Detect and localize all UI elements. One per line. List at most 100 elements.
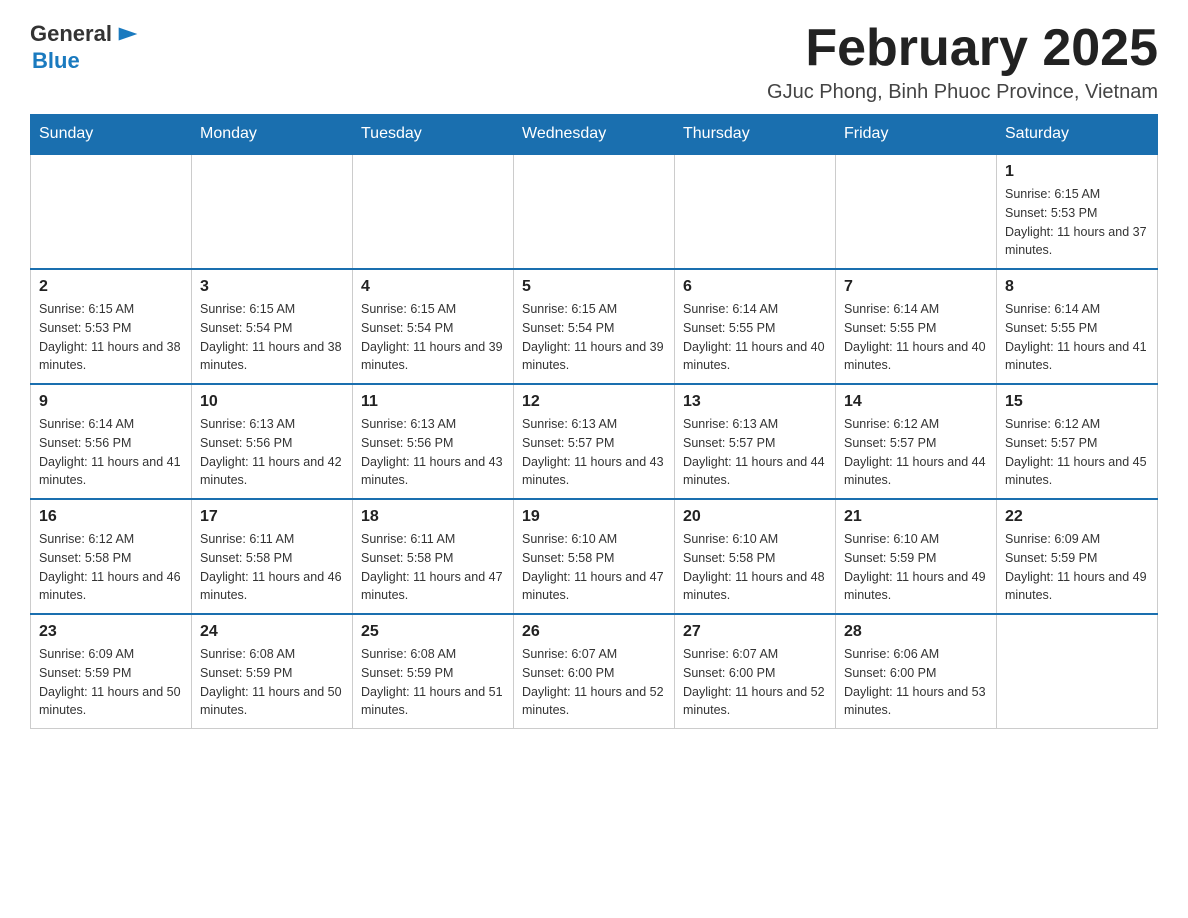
day-info: Sunrise: 6:13 AMSunset: 5:56 PMDaylight:…: [200, 415, 344, 490]
calendar-cell: 20 Sunrise: 6:10 AMSunset: 5:58 PMDayligh…: [675, 499, 836, 614]
calendar-table: SundayMondayTuesdayWednesdayThursdayFrid…: [30, 114, 1158, 729]
calendar-cell: [31, 154, 192, 269]
weekday-header-wednesday: Wednesday: [514, 115, 675, 155]
day-number: 17: [200, 508, 344, 526]
weekday-header-friday: Friday: [836, 115, 997, 155]
calendar-cell: 6 Sunrise: 6:14 AMSunset: 5:55 PMDaylight…: [675, 269, 836, 384]
calendar-cell: 17 Sunrise: 6:11 AMSunset: 5:58 PMDayligh…: [192, 499, 353, 614]
day-info: Sunrise: 6:10 AMSunset: 5:59 PMDaylight:…: [844, 530, 988, 605]
calendar-cell: 10 Sunrise: 6:13 AMSunset: 5:56 PMDayligh…: [192, 384, 353, 499]
day-number: 6: [683, 278, 827, 296]
day-number: 20: [683, 508, 827, 526]
calendar-cell: 15Sunrise: 6:12 AMSunset: 5:57 PMDayligh…: [997, 384, 1158, 499]
calendar-cell: [353, 154, 514, 269]
calendar-cell: 9 Sunrise: 6:14 AMSunset: 5:56 PMDaylight…: [31, 384, 192, 499]
weekday-header-saturday: Saturday: [997, 115, 1158, 155]
calendar-cell: [997, 614, 1158, 729]
day-info: Sunrise: 6:07 AMSunset: 6:00 PMDaylight:…: [522, 645, 666, 720]
weekday-header-sunday: Sunday: [31, 115, 192, 155]
day-info: Sunrise: 6:06 AMSunset: 6:00 PMDaylight:…: [844, 645, 988, 720]
calendar-week-2: 2 Sunrise: 6:15 AMSunset: 5:53 PMDaylight…: [31, 269, 1158, 384]
calendar-cell: 11 Sunrise: 6:13 AMSunset: 5:56 PMDayligh…: [353, 384, 514, 499]
calendar-cell: 19 Sunrise: 6:10 AMSunset: 5:58 PMDayligh…: [514, 499, 675, 614]
day-number: 8: [1005, 278, 1149, 296]
calendar-cell: 28 Sunrise: 6:06 AMSunset: 6:00 PMDayligh…: [836, 614, 997, 729]
day-info: Sunrise: 6:12 AMSunset: 5:57 PMDaylight:…: [844, 415, 988, 490]
day-info: Sunrise: 6:12 AMSunset: 5:57 PMDaylight:…: [1005, 415, 1149, 490]
day-info: Sunrise: 6:15 AMSunset: 5:54 PMDaylight:…: [522, 300, 666, 375]
day-number: 19: [522, 508, 666, 526]
calendar-cell: [836, 154, 997, 269]
day-info: Sunrise: 6:07 AMSunset: 6:00 PMDaylight:…: [683, 645, 827, 720]
calendar-week-5: 23 Sunrise: 6:09 AMSunset: 5:59 PMDayligh…: [31, 614, 1158, 729]
logo-icon: [114, 20, 142, 48]
calendar-week-1: 1Sunrise: 6:15 AMSunset: 5:53 PMDaylight…: [31, 154, 1158, 269]
day-number: 28: [844, 623, 988, 641]
calendar-week-3: 9 Sunrise: 6:14 AMSunset: 5:56 PMDaylight…: [31, 384, 1158, 499]
day-number: 18: [361, 508, 505, 526]
day-info: Sunrise: 6:13 AMSunset: 5:57 PMDaylight:…: [522, 415, 666, 490]
logo-blue-text: Blue: [32, 48, 80, 74]
day-info: Sunrise: 6:15 AMSunset: 5:54 PMDaylight:…: [200, 300, 344, 375]
calendar-week-4: 16Sunrise: 6:12 AMSunset: 5:58 PMDayligh…: [31, 499, 1158, 614]
day-number: 13: [683, 393, 827, 411]
day-number: 7: [844, 278, 988, 296]
logo-general-text: General: [30, 21, 112, 47]
day-info: Sunrise: 6:11 AMSunset: 5:58 PMDaylight:…: [361, 530, 505, 605]
day-info: Sunrise: 6:09 AMSunset: 5:59 PMDaylight:…: [39, 645, 183, 720]
day-info: Sunrise: 6:08 AMSunset: 5:59 PMDaylight:…: [361, 645, 505, 720]
calendar-cell: 4Sunrise: 6:15 AMSunset: 5:54 PMDaylight…: [353, 269, 514, 384]
day-info: Sunrise: 6:13 AMSunset: 5:56 PMDaylight:…: [361, 415, 505, 490]
calendar-cell: 2 Sunrise: 6:15 AMSunset: 5:53 PMDaylight…: [31, 269, 192, 384]
calendar-cell: [675, 154, 836, 269]
calendar-cell: 23 Sunrise: 6:09 AMSunset: 5:59 PMDayligh…: [31, 614, 192, 729]
calendar-cell: 12Sunrise: 6:13 AMSunset: 5:57 PMDayligh…: [514, 384, 675, 499]
calendar-cell: 8Sunrise: 6:14 AMSunset: 5:55 PMDaylight…: [997, 269, 1158, 384]
day-number: 9: [39, 393, 183, 411]
calendar-cell: [192, 154, 353, 269]
day-number: 22: [1005, 508, 1149, 526]
calendar-subtitle: GJuc Phong, Binh Phuoc Province, Vietnam: [767, 81, 1158, 104]
day-info: Sunrise: 6:14 AMSunset: 5:55 PMDaylight:…: [683, 300, 827, 375]
day-info: Sunrise: 6:11 AMSunset: 5:58 PMDaylight:…: [200, 530, 344, 605]
calendar-cell: 3Sunrise: 6:15 AMSunset: 5:54 PMDaylight…: [192, 269, 353, 384]
weekday-header-monday: Monday: [192, 115, 353, 155]
day-number: 2: [39, 278, 183, 296]
day-info: Sunrise: 6:08 AMSunset: 5:59 PMDaylight:…: [200, 645, 344, 720]
calendar-cell: 27 Sunrise: 6:07 AMSunset: 6:00 PMDayligh…: [675, 614, 836, 729]
weekday-header-thursday: Thursday: [675, 115, 836, 155]
day-number: 26: [522, 623, 666, 641]
day-info: Sunrise: 6:13 AMSunset: 5:57 PMDaylight:…: [683, 415, 827, 490]
day-info: Sunrise: 6:10 AMSunset: 5:58 PMDaylight:…: [683, 530, 827, 605]
weekday-header-tuesday: Tuesday: [353, 115, 514, 155]
day-info: Sunrise: 6:15 AMSunset: 5:53 PMDaylight:…: [39, 300, 183, 375]
day-info: Sunrise: 6:10 AMSunset: 5:58 PMDaylight:…: [522, 530, 666, 605]
day-number: 25: [361, 623, 505, 641]
calendar-cell: 24 Sunrise: 6:08 AMSunset: 5:59 PMDayligh…: [192, 614, 353, 729]
day-info: Sunrise: 6:15 AMSunset: 5:54 PMDaylight:…: [361, 300, 505, 375]
day-info: Sunrise: 6:09 AMSunset: 5:59 PMDaylight:…: [1005, 530, 1149, 605]
calendar-cell: [514, 154, 675, 269]
day-number: 11: [361, 393, 505, 411]
calendar-cell: 7 Sunrise: 6:14 AMSunset: 5:55 PMDaylight…: [836, 269, 997, 384]
day-number: 1: [1005, 163, 1149, 181]
day-number: 27: [683, 623, 827, 641]
day-number: 23: [39, 623, 183, 641]
calendar-header-row: SundayMondayTuesdayWednesdayThursdayFrid…: [31, 115, 1158, 155]
title-section: February 2025 GJuc Phong, Binh Phuoc Pro…: [767, 20, 1158, 104]
page-header: General Blue February 2025 GJuc Phong, B…: [30, 20, 1158, 104]
calendar-cell: 26 Sunrise: 6:07 AMSunset: 6:00 PMDayligh…: [514, 614, 675, 729]
calendar-cell: 14 Sunrise: 6:12 AMSunset: 5:57 PMDayligh…: [836, 384, 997, 499]
day-info: Sunrise: 6:14 AMSunset: 5:55 PMDaylight:…: [844, 300, 988, 375]
day-number: 10: [200, 393, 344, 411]
day-number: 5: [522, 278, 666, 296]
calendar-cell: 25 Sunrise: 6:08 AMSunset: 5:59 PMDayligh…: [353, 614, 514, 729]
day-info: Sunrise: 6:14 AMSunset: 5:56 PMDaylight:…: [39, 415, 183, 490]
day-number: 14: [844, 393, 988, 411]
logo: General Blue: [30, 20, 142, 74]
day-number: 24: [200, 623, 344, 641]
calendar-cell: 18 Sunrise: 6:11 AMSunset: 5:58 PMDayligh…: [353, 499, 514, 614]
calendar-cell: 1Sunrise: 6:15 AMSunset: 5:53 PMDaylight…: [997, 154, 1158, 269]
calendar-cell: 13 Sunrise: 6:13 AMSunset: 5:57 PMDayligh…: [675, 384, 836, 499]
calendar-cell: 21Sunrise: 6:10 AMSunset: 5:59 PMDayligh…: [836, 499, 997, 614]
